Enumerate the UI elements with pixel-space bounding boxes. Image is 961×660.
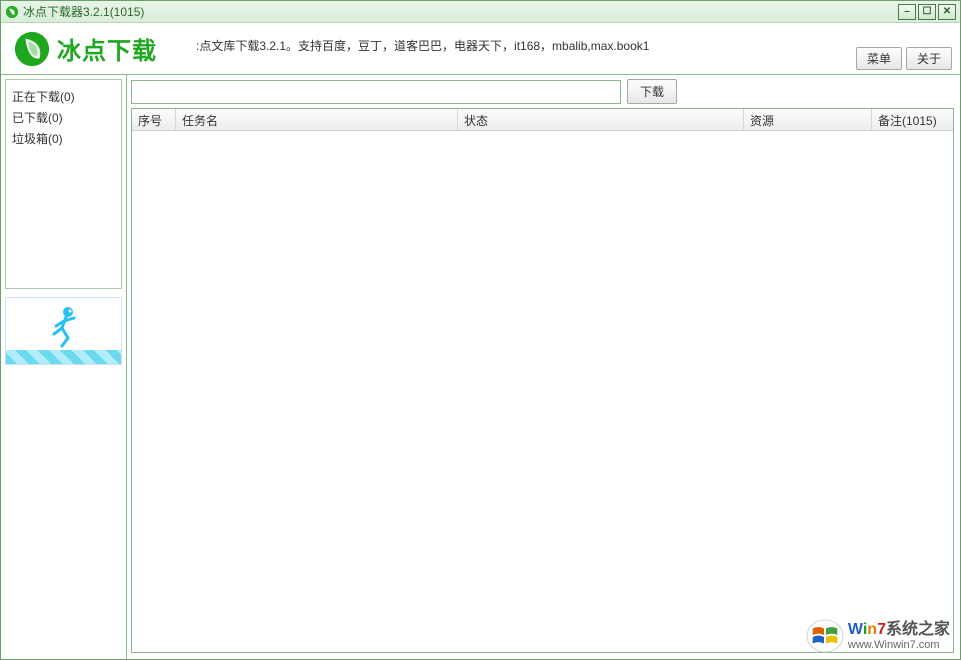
sidebar-list: 正在下载(0) 已下载(0) 垃圾箱(0)	[5, 79, 122, 289]
runner-icon	[44, 304, 84, 351]
titlebar: 冰点下载器3.2.1(1015) – ☐ ✕	[1, 1, 960, 23]
marquee-text: :点文库下载3.2.1。支持百度，豆丁，道客巴巴，电器天下，it168，mbal…	[196, 37, 649, 54]
maximize-button[interactable]: ☐	[918, 4, 936, 20]
task-table: 序号 任务名 状态 资源 备注(1015)	[131, 108, 954, 653]
minimize-button[interactable]: –	[898, 4, 916, 20]
ad-floor-pattern	[6, 350, 121, 364]
sidebar-item-trash[interactable]: 垃圾箱(0)	[10, 128, 117, 149]
column-resource[interactable]: 资源	[744, 109, 872, 130]
window-controls: – ☐ ✕	[898, 4, 956, 20]
sidebar: 正在下载(0) 已下载(0) 垃圾箱(0)	[1, 75, 127, 659]
sidebar-ad[interactable]	[5, 297, 122, 365]
table-header: 序号 任务名 状态 资源 备注(1015)	[132, 109, 953, 131]
column-seq[interactable]: 序号	[132, 109, 176, 130]
about-button[interactable]: 关于	[906, 47, 952, 70]
app-window: 冰点下载器3.2.1(1015) – ☐ ✕ 冰点下载 :点文库下载3.2.1。…	[0, 0, 961, 660]
logo-icon	[13, 30, 51, 68]
url-row: 下载	[131, 79, 954, 104]
app-icon	[5, 5, 19, 19]
content: 下载 序号 任务名 状态 资源 备注(1015)	[127, 75, 960, 659]
column-note[interactable]: 备注(1015)	[872, 109, 953, 130]
titlebar-title: 冰点下载器3.2.1(1015)	[23, 3, 898, 20]
header-buttons: 菜单 关于	[856, 47, 952, 70]
url-input[interactable]	[131, 80, 621, 104]
close-button[interactable]: ✕	[938, 4, 956, 20]
menu-button[interactable]: 菜单	[856, 47, 902, 70]
logo-text: 冰点下载	[57, 31, 157, 66]
download-button[interactable]: 下载	[627, 79, 677, 104]
sidebar-item-downloaded[interactable]: 已下载(0)	[10, 107, 117, 128]
column-status[interactable]: 状态	[458, 109, 744, 130]
column-name[interactable]: 任务名	[176, 109, 458, 130]
sidebar-item-downloading[interactable]: 正在下载(0)	[10, 86, 117, 107]
main: 正在下载(0) 已下载(0) 垃圾箱(0)	[1, 75, 960, 659]
header: 冰点下载 :点文库下载3.2.1。支持百度，豆丁，道客巴巴，电器天下，it168…	[1, 23, 960, 75]
logo-area: 冰点下载	[1, 30, 181, 68]
